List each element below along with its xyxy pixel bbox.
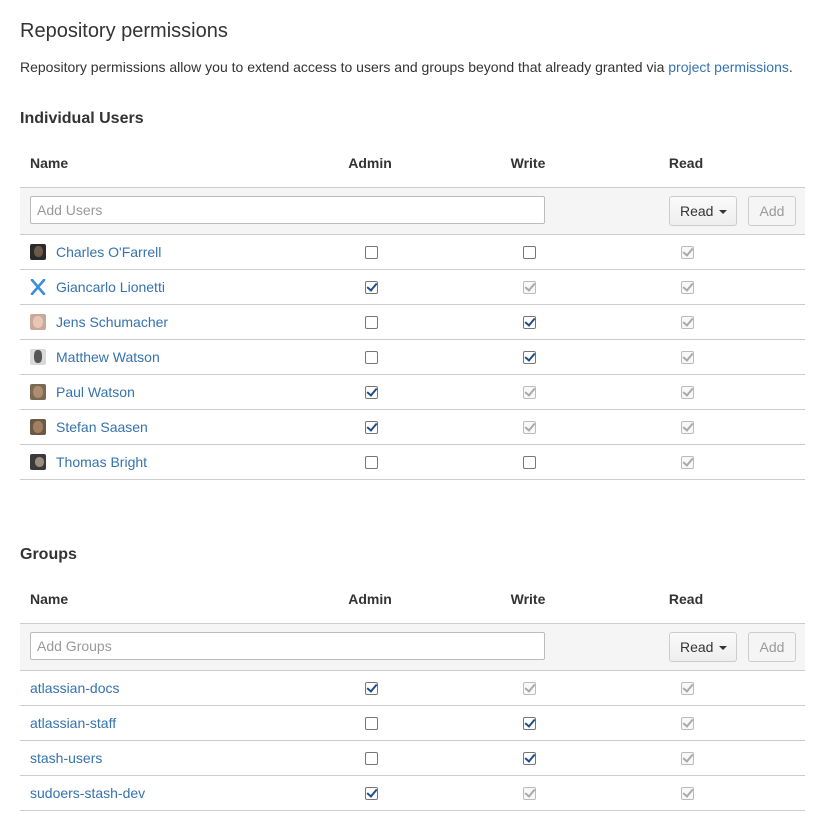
user-name-link[interactable]: Stefan Saasen <box>56 419 148 435</box>
write-permission-checkbox[interactable] <box>523 316 536 329</box>
read-permission-checkbox <box>681 351 694 364</box>
groups-section-title: Groups <box>20 546 77 563</box>
user-row: Charles O'Farrell <box>20 235 805 270</box>
users-rows: Charles O'Farrell Giancarlo Lionetti Jens … <box>20 235 805 480</box>
users-table-header: Name Admin Write Read <box>20 141 805 188</box>
user-name-link[interactable]: Matthew Watson <box>56 349 160 365</box>
read-permission-checkbox <box>681 682 694 695</box>
read-permission-checkbox <box>681 246 694 259</box>
read-permission-checkbox <box>681 787 694 800</box>
add-groups-button[interactable]: Add <box>748 632 796 662</box>
user-name-link[interactable]: Charles O'Farrell <box>56 244 161 260</box>
column-header-admin: Admin <box>348 591 392 607</box>
group-name-link[interactable]: atlassian-docs <box>30 680 120 696</box>
read-permission-checkbox <box>681 316 694 329</box>
group-name-link[interactable]: stash-users <box>30 750 102 766</box>
groups-table: Name Admin Write Read Read Add atlassian… <box>20 577 805 811</box>
person-avatar-icon <box>30 349 46 365</box>
read-permission-checkbox <box>681 386 694 399</box>
person-avatar-icon <box>30 314 46 330</box>
user-row: Paul Watson <box>20 375 805 410</box>
user-name-link[interactable]: Paul Watson <box>56 384 135 400</box>
add-users-input[interactable] <box>30 196 545 224</box>
chevron-down-icon <box>719 210 727 214</box>
write-permission-checkbox <box>523 682 536 695</box>
person-avatar-icon <box>30 384 46 400</box>
users-section-title: Individual Users <box>20 110 144 127</box>
write-permission-checkbox[interactable] <box>523 246 536 259</box>
user-name-link[interactable]: Thomas Bright <box>56 454 147 470</box>
write-permission-checkbox <box>523 281 536 294</box>
column-header-name: Name <box>30 155 69 171</box>
group-row: atlassian-docs <box>20 671 805 706</box>
admin-permission-checkbox[interactable] <box>365 752 378 765</box>
write-permission-checkbox[interactable] <box>523 456 536 469</box>
group-row: atlassian-staff <box>20 706 805 741</box>
group-name-link[interactable]: sudoers-stash-dev <box>30 785 145 801</box>
groups-rows: atlassian-docs atlassian-staff stash-users… <box>20 671 805 811</box>
project-permissions-link[interactable]: project permissions <box>668 59 789 75</box>
read-permission-checkbox <box>681 281 694 294</box>
group-row: sudoers-stash-dev <box>20 776 805 811</box>
groups-permission-select[interactable]: Read <box>669 632 737 662</box>
user-row: Thomas Bright <box>20 445 805 480</box>
admin-permission-checkbox[interactable] <box>365 682 378 695</box>
repository-permissions-page: Repository permissions Repository permis… <box>0 0 836 837</box>
page-title: Repository permissions <box>20 20 228 42</box>
person-avatar-icon <box>30 244 46 260</box>
user-row: Stefan Saasen <box>20 410 805 445</box>
admin-permission-checkbox[interactable] <box>365 717 378 730</box>
person-avatar-icon <box>30 419 46 435</box>
users-permission-select[interactable]: Read <box>669 196 737 226</box>
user-name-link[interactable]: Jens Schumacher <box>56 314 168 330</box>
page-description: Repository permissions allow you to exte… <box>20 59 793 75</box>
user-name-link[interactable]: Giancarlo Lionetti <box>56 279 165 295</box>
add-groups-row: Read Add <box>20 624 805 671</box>
chevron-down-icon <box>719 646 727 650</box>
user-row: Jens Schumacher <box>20 305 805 340</box>
read-permission-checkbox <box>681 456 694 469</box>
user-row: Matthew Watson <box>20 340 805 375</box>
admin-permission-checkbox[interactable] <box>365 246 378 259</box>
write-permission-checkbox <box>523 787 536 800</box>
description-suffix: . <box>788 59 793 75</box>
write-permission-checkbox[interactable] <box>523 351 536 364</box>
column-header-admin: Admin <box>348 155 392 171</box>
column-header-write: Write <box>510 591 546 607</box>
write-permission-checkbox[interactable] <box>523 752 536 765</box>
read-permission-checkbox <box>681 752 694 765</box>
user-row: Giancarlo Lionetti <box>20 270 805 305</box>
groups-permission-select-value: Read <box>680 639 714 655</box>
add-users-button[interactable]: Add <box>748 196 796 226</box>
column-header-name: Name <box>30 591 69 607</box>
write-permission-checkbox[interactable] <box>523 717 536 730</box>
add-groups-input[interactable] <box>30 632 545 660</box>
column-header-read: Read <box>668 591 704 607</box>
admin-permission-checkbox[interactable] <box>365 787 378 800</box>
admin-permission-checkbox[interactable] <box>365 421 378 434</box>
column-header-write: Write <box>510 155 546 171</box>
add-users-row: Read Add <box>20 188 805 235</box>
write-permission-checkbox <box>523 421 536 434</box>
admin-permission-checkbox[interactable] <box>365 281 378 294</box>
users-permission-select-value: Read <box>680 203 714 219</box>
column-header-read: Read <box>668 155 704 171</box>
person-avatar-icon <box>30 454 46 470</box>
admin-permission-checkbox[interactable] <box>365 456 378 469</box>
users-table: Name Admin Write Read Read Add Charles O… <box>20 141 805 480</box>
groups-table-header: Name Admin Write Read <box>20 577 805 624</box>
group-name-link[interactable]: atlassian-staff <box>30 715 116 731</box>
read-permission-checkbox <box>681 421 694 434</box>
description-text: Repository permissions allow you to exte… <box>20 59 669 75</box>
admin-permission-checkbox[interactable] <box>365 351 378 364</box>
group-row: stash-users <box>20 741 805 776</box>
admin-permission-checkbox[interactable] <box>365 386 378 399</box>
write-permission-checkbox <box>523 386 536 399</box>
read-permission-checkbox <box>681 717 694 730</box>
admin-permission-checkbox[interactable] <box>365 316 378 329</box>
atlassian-logo-icon <box>30 278 46 296</box>
